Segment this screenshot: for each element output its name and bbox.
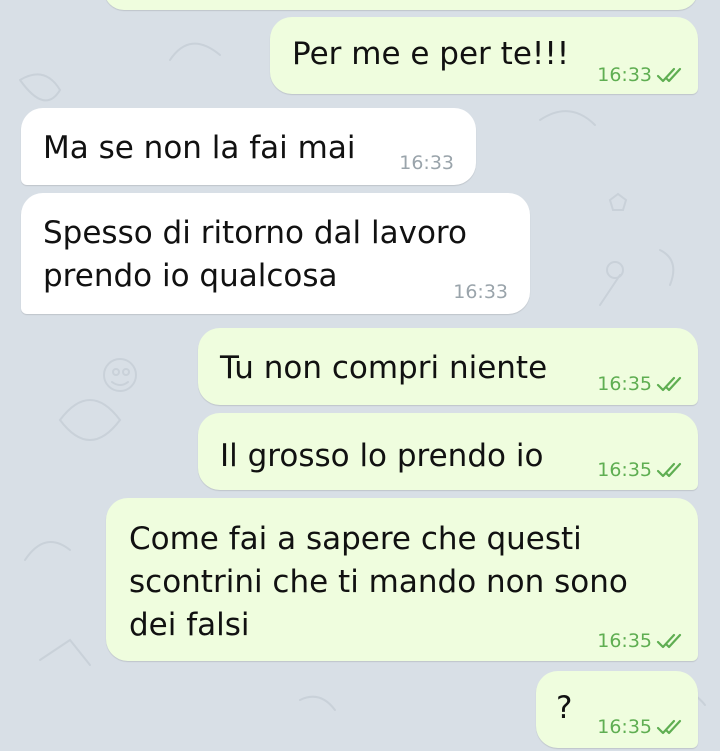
message-time: 16:33 <box>453 281 508 303</box>
message-time: 16:35 <box>597 459 652 481</box>
double-check-icon <box>656 67 686 83</box>
message-time: 16:35 <box>597 373 652 395</box>
double-check-icon <box>656 376 686 392</box>
message-meta: 16:33 <box>597 64 686 86</box>
message-text: Il grosso lo prendo io <box>220 438 544 474</box>
message-bubble-incoming[interactable]: Ma se non la fai mai 16:33 <box>21 108 476 185</box>
message-time: 16:35 <box>597 630 652 652</box>
message-time: 16:35 <box>597 716 652 738</box>
message-meta: 16:35 <box>597 716 686 738</box>
double-check-icon <box>656 633 686 649</box>
message-bubble-outgoing[interactable]: Come fai a sapere che questi scontrini c… <box>106 498 698 661</box>
message-meta: 16:35 <box>597 630 686 652</box>
message-text: Per me e per te!!! <box>292 36 570 72</box>
message-bubble-outgoing[interactable] <box>104 0 698 10</box>
chat-history: Per me e per te!!! 16:33 Ma se non la fa… <box>0 0 720 751</box>
message-text: Tu non compri niente <box>220 350 548 386</box>
double-check-icon <box>656 719 686 735</box>
message-time: 16:33 <box>399 152 454 174</box>
message-meta: 16:33 <box>399 152 454 174</box>
message-bubble-outgoing[interactable]: Tu non compri niente 16:35 <box>198 328 698 405</box>
message-meta: 16:35 <box>597 459 686 481</box>
message-meta: 16:33 <box>453 281 508 303</box>
message-text: Spesso di ritorno dal lavoro prendo io q… <box>43 215 467 294</box>
message-bubble-outgoing[interactable]: Per me e per te!!! 16:33 <box>270 17 698 94</box>
message-time: 16:33 <box>597 64 652 86</box>
message-bubble-outgoing[interactable]: Il grosso lo prendo io 16:35 <box>198 413 698 490</box>
message-text: Come fai a sapere che questi scontrini c… <box>129 521 628 643</box>
message-bubble-outgoing[interactable]: ? 16:35 <box>536 671 698 748</box>
message-meta: 16:35 <box>597 373 686 395</box>
double-check-icon <box>656 462 686 478</box>
message-text: ? <box>556 690 573 726</box>
message-bubble-incoming[interactable]: Spesso di ritorno dal lavoro prendo io q… <box>21 193 530 314</box>
message-text: Ma se non la fai mai <box>43 130 356 166</box>
